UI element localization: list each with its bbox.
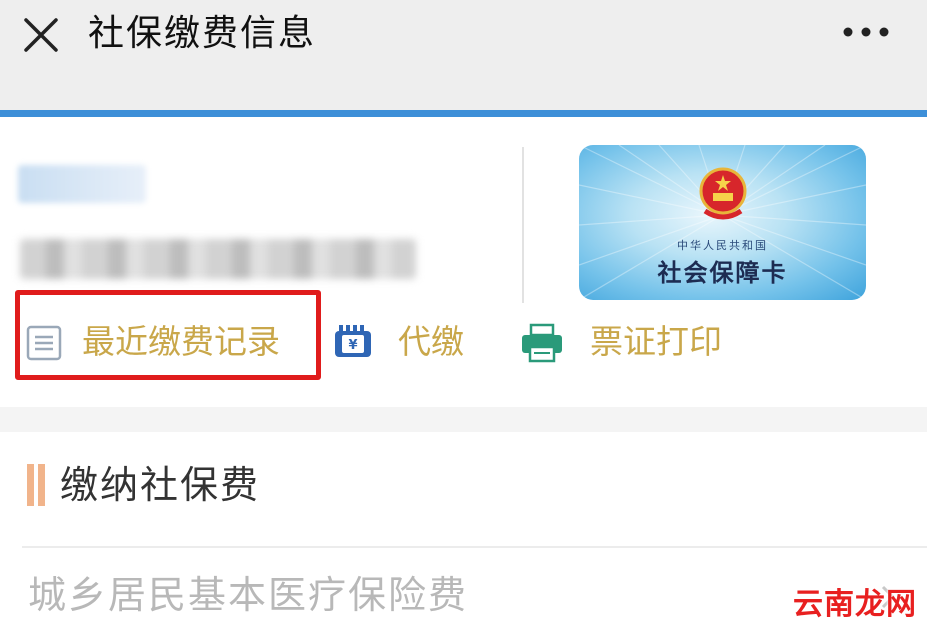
action-label: 代缴	[398, 322, 464, 361]
receipt-print-button[interactable]: 票证打印	[519, 317, 739, 367]
national-emblem-icon	[699, 167, 747, 220]
page-title: 社保缴费信息	[88, 13, 317, 54]
list-item[interactable]: 城乡居民基本医疗保险费	[0, 548, 927, 632]
top-bar: 社保缴费信息	[0, 0, 927, 110]
card-country-text: 中华人民共和国	[677, 239, 768, 252]
proxy-payment-button[interactable]: ¥ 代缴	[332, 317, 482, 367]
action-label: 票证打印	[590, 322, 722, 361]
section-title: 缴纳社保费	[60, 463, 261, 507]
payment-card-icon: ¥	[335, 325, 371, 357]
social-security-card[interactable]: 中华人民共和国 社会保障卡	[579, 145, 866, 300]
list-item-label: 城乡居民基本医疗保险费	[28, 573, 469, 617]
card-name: 社会保障卡	[657, 259, 788, 287]
svg-text:¥: ¥	[348, 338, 357, 353]
payment-section: 缴纳社保费 城乡居民基本医疗保险费	[0, 432, 927, 632]
more-options-icon[interactable]	[836, 14, 896, 50]
close-icon[interactable]	[18, 12, 64, 58]
accent-bar	[0, 110, 927, 117]
account-panel: 中华人民共和国 社会保障卡 最近缴费记录 ¥ 代缴 票证打印	[0, 117, 927, 407]
watermark-text: 云南龙网	[793, 587, 917, 622]
highlight-box	[15, 290, 321, 380]
redacted-name	[18, 165, 146, 203]
vertical-divider	[522, 147, 524, 303]
redacted-id-number	[20, 239, 416, 279]
section-marker	[27, 464, 45, 506]
printer-icon	[522, 323, 562, 363]
